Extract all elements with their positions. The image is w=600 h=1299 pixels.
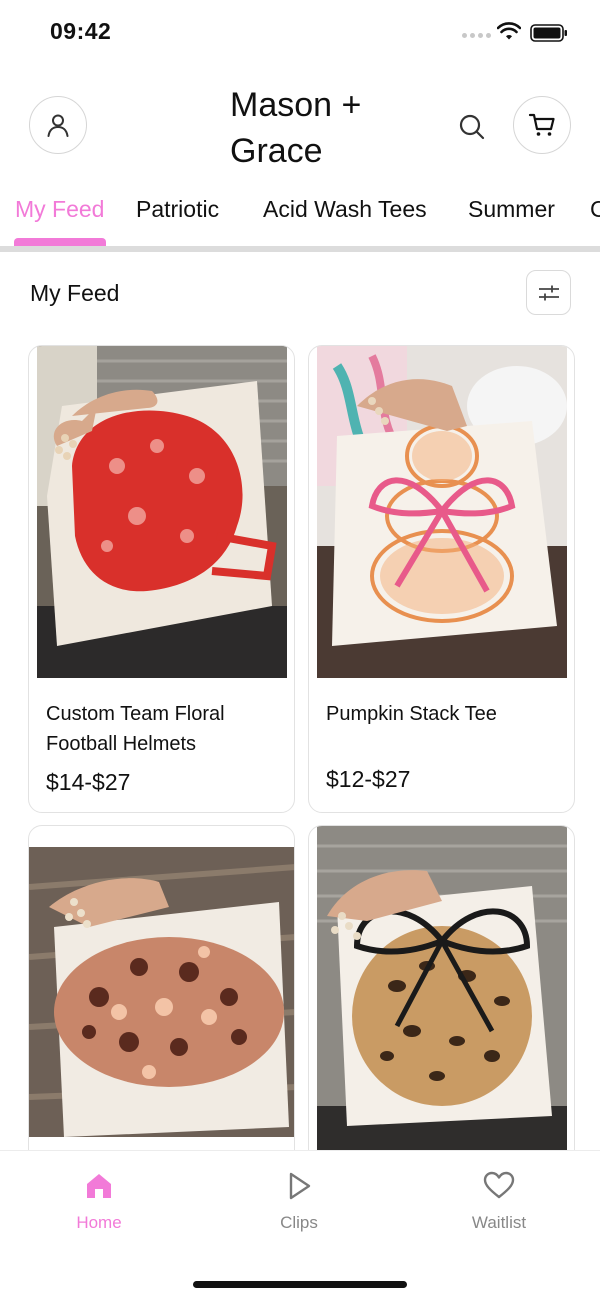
product-card[interactable]: Custom Team Floral Football Helmets $14-… <box>28 345 295 813</box>
play-icon <box>289 1172 311 1200</box>
product-card[interactable] <box>308 825 575 1150</box>
product-price: $12-$27 <box>326 766 411 792</box>
product-card[interactable]: Pumpkin Stack Tee $12-$27 <box>308 345 575 813</box>
search-icon <box>459 114 485 140</box>
product-card[interactable] <box>28 825 295 1150</box>
status-time: 09:42 <box>50 18 112 44</box>
profile-button[interactable] <box>29 96 87 154</box>
product-name: Pumpkin Stack Tee <box>326 703 497 725</box>
nav-waitlist[interactable]: Waitlist <box>439 1169 559 1233</box>
wifi-icon <box>497 22 521 40</box>
nav-home-label: Home <box>76 1213 122 1232</box>
tab-patriotic[interactable]: Patriotic <box>136 196 219 223</box>
product-image <box>317 346 567 678</box>
product-image <box>37 346 287 678</box>
home-icon <box>87 1174 111 1198</box>
active-tab-indicator <box>14 238 106 246</box>
status-bar: 09:42 <box>0 0 600 66</box>
nav-waitlist-label: Waitlist <box>471 1213 527 1232</box>
nav-clips-label: Clips <box>280 1213 318 1232</box>
signal-icon <box>462 33 491 38</box>
app-header: Mason + Grace <box>0 66 600 186</box>
home-indicator <box>193 1281 407 1288</box>
category-tabs: My Feed Patriotic Acid Wash Tees Summer … <box>0 186 600 248</box>
tab-next-partial[interactable]: C <box>590 196 600 223</box>
bottom-nav: Home Clips Waitlist <box>0 1150 600 1299</box>
heart-icon <box>483 1171 515 1199</box>
brand-title: Mason + Grace <box>230 86 362 170</box>
nav-clips[interactable]: Clips <box>239 1169 359 1233</box>
product-image <box>29 847 294 1137</box>
nav-home[interactable]: Home <box>39 1169 159 1233</box>
sliders-icon <box>538 285 559 300</box>
tab-my-feed[interactable]: My Feed <box>15 196 104 223</box>
product-image <box>317 826 567 1150</box>
cart-icon <box>528 113 555 136</box>
tab-summer[interactable]: Summer <box>468 196 555 223</box>
profile-icon <box>47 114 69 137</box>
search-button[interactable] <box>455 110 489 144</box>
section-title: My Feed <box>30 280 120 306</box>
product-price: $14-$27 <box>46 769 131 795</box>
battery-icon <box>530 24 567 42</box>
tab-acid-wash-tees[interactable]: Acid Wash Tees <box>263 196 427 223</box>
product-grid: Custom Team Floral Football Helmets $14-… <box>0 345 600 1150</box>
tabs-divider <box>0 246 600 252</box>
filter-button[interactable] <box>526 270 571 315</box>
product-name: Custom Team Floral Football Helmets <box>46 703 225 755</box>
cart-button[interactable] <box>513 96 571 154</box>
